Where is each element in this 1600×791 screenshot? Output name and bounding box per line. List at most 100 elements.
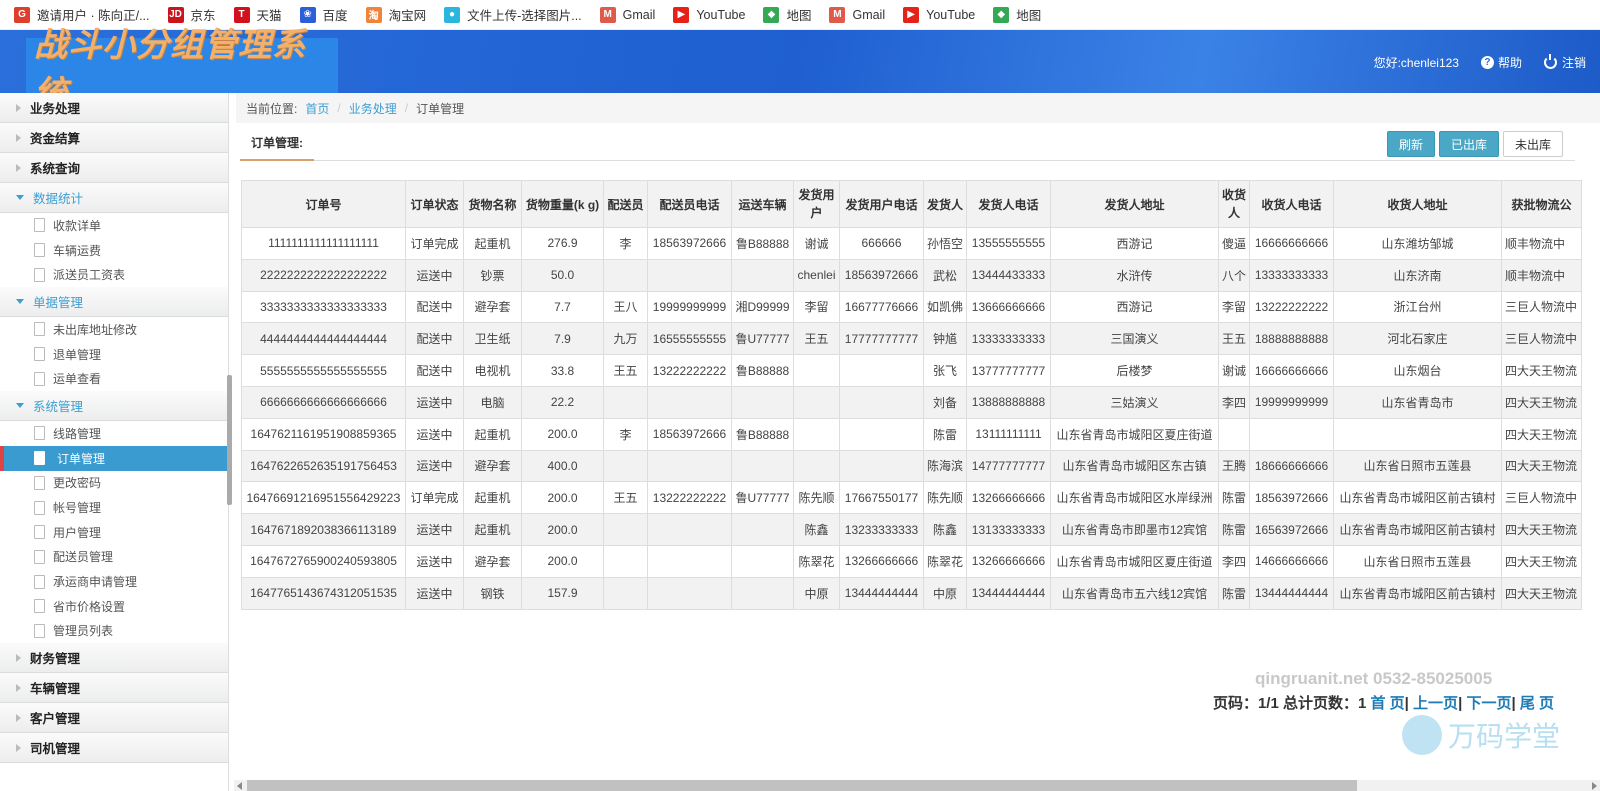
bookmark-item[interactable]: ▶ YouTube (673, 6, 745, 23)
sidebar-group[interactable]: 财务管理 (0, 643, 228, 674)
table-row[interactable]: 1647669121695155642922З 订单完成 起重机 200.0 王五 132… (241, 481, 1583, 515)
sidebar-group[interactable]: 系统管理 (0, 391, 228, 422)
table-cell (839, 385, 924, 419)
table-cell: 157.9 (521, 576, 604, 610)
prev-page-link[interactable]: 上一页 (1413, 695, 1458, 712)
sidebar-item[interactable]: 线路管理 (0, 421, 228, 446)
table-row[interactable]: 1647672765900240593805 运送中 避孕套 200.0 陈翠花 1326… (241, 544, 1583, 578)
unshipped-button[interactable]: 未出库 (1502, 131, 1563, 157)
table-cell: 运送中 (405, 258, 464, 292)
first-page-link[interactable]: 首 页 (1371, 695, 1405, 712)
caret-right-icon (16, 133, 21, 142)
shipped-button[interactable]: 已出库 (1438, 131, 1499, 157)
sidebar-item[interactable]: 承运商申请管理 (0, 569, 228, 594)
last-page-link[interactable]: 尾 页 (1520, 695, 1554, 712)
next-page-link[interactable]: 下一页 (1466, 695, 1511, 712)
sidebar-item[interactable]: 运单查看 (0, 366, 228, 391)
table-cell: 13333333333 (966, 322, 1052, 356)
maps-icon: ◆ (993, 6, 1010, 23)
table-cell: 避孕套 (463, 449, 522, 483)
horizontal-scrollbar[interactable] (234, 780, 1600, 791)
sidebar-item[interactable]: 帐号管理 (0, 495, 228, 520)
table-cell: 山东济南 (1333, 258, 1503, 292)
table-cell (839, 354, 924, 387)
table-cell: 13666666666 (966, 290, 1052, 324)
column-header: 发货人地址 (1050, 180, 1220, 228)
table-cell: 13222222222 (1249, 290, 1335, 324)
table-cell: 山东省青岛市城阳区夏庄街道 (1050, 417, 1220, 451)
sidebar-item[interactable]: 收款详单 (0, 213, 228, 238)
sidebar-item[interactable]: 未出库地址修改 (0, 317, 228, 342)
table-cell: 1647622652635191756453 (241, 449, 406, 483)
table-row[interactable]: 1647765143674312051535 运送中 钢铁 157.9 中原 134444… (241, 576, 1583, 610)
table-row[interactable]: 1647671892038366113189 运送中 起重机 200.0 陈鑫 13233… (241, 513, 1583, 546)
scroll-right-icon[interactable] (1592, 782, 1597, 790)
help-link[interactable]: ? 帮助 (1480, 54, 1522, 71)
sidebar-item[interactable]: 配送员管理 (0, 545, 228, 570)
sidebar-group[interactable]: 数据统计 (0, 183, 228, 213)
caret-right-icon (16, 713, 21, 722)
sidebar-resize-handle[interactable] (227, 375, 232, 505)
bookmark-item[interactable]: 淘淘宝网 (365, 5, 426, 24)
bookmark-item[interactable]: ◆ 地图 (763, 5, 811, 24)
table-row[interactable]: 5555555555555555555 配送中 电视机 33.8 王五 132222222… (241, 354, 1583, 387)
table-row[interactable]: 1647621161951908859365 运送中 起重机 200.0 李 185639… (241, 417, 1583, 451)
table-cell: 400.0 (521, 449, 604, 483)
sidebar-item-label: 派送员工资表 (53, 268, 126, 283)
table-cell: 1647669121695155642922З (241, 481, 406, 515)
table-cell: 14666666666 (1249, 544, 1335, 578)
column-header: 货物名称 (463, 180, 522, 228)
sidebar-item[interactable]: 用户管理 (0, 520, 228, 545)
column-header: 获批物流公 (1501, 180, 1583, 228)
table-cell: 武松 (922, 258, 968, 292)
sidebar-item[interactable]: 管理员列表 (0, 619, 228, 644)
logout-link[interactable]: 注销 (1543, 54, 1586, 71)
table-cell: 王五 (1218, 322, 1251, 356)
caret-down-icon (16, 299, 24, 305)
table-row[interactable]: 4444444444444444444 配送中 卫生纸 7.9 九万 1655555555… (241, 322, 1583, 356)
refresh-button[interactable]: 刷新 (1386, 131, 1435, 157)
breadcrumb-home[interactable]: 首页 (305, 100, 329, 117)
caret-down-icon (16, 195, 24, 200)
document-icon (34, 475, 45, 490)
bookmark-item[interactable]: M Gmail (599, 6, 655, 23)
sidebar-group[interactable]: 业务处理 (0, 93, 228, 123)
table-cell: 四大天王物流 (1501, 513, 1583, 546)
table-cell: 33.8 (521, 354, 604, 387)
sidebar-group[interactable]: 客户管理 (0, 703, 228, 734)
table-cell: 起重机 (463, 513, 522, 546)
table-row[interactable]: 1111111111111111111 订单完成 起重机 276.9 李 18563972… (241, 227, 1583, 260)
sidebar-item[interactable]: 订单管理 (0, 445, 228, 471)
column-header: 配送员 (603, 180, 648, 228)
sidebar-item[interactable]: 更改密码 (0, 471, 228, 496)
column-header: 货物重量(k g) (521, 180, 604, 228)
table-row[interactable]: 6666666666666666666 运送中 电脑 22.2 刘备 1388888888… (241, 385, 1583, 419)
sidebar-group-label: 系统查询 (30, 162, 81, 176)
bookmark-item[interactable]: ● 文件上传-选择图片... (444, 5, 582, 24)
breadcrumb-business[interactable]: 业务处理 (349, 100, 397, 117)
help-icon: ? (1480, 56, 1494, 69)
gmail-icon: M (829, 6, 846, 23)
table-row[interactable]: 1647622652635191756453 运送中 避孕套 400.0 陈海滨 1477… (241, 449, 1583, 483)
scrollbar-thumb[interactable] (247, 780, 1357, 791)
sidebar-item[interactable]: 退单管理 (0, 342, 228, 367)
youtube-icon: ▶ (673, 6, 690, 23)
table-cell (647, 576, 732, 610)
sidebar-item[interactable]: 派送员工资表 (0, 262, 228, 287)
document-icon (34, 525, 45, 540)
sidebar-group[interactable]: 资金结算 (0, 123, 228, 153)
sidebar-item[interactable]: 省市价格设置 (0, 594, 228, 619)
bookmark-item[interactable]: ▶ YouTube (903, 6, 975, 23)
bookmark-item[interactable]: M Gmail (829, 6, 885, 23)
table-row[interactable]: 2222222222222222222 运送中 钞票 50.0 chenlei 18563… (241, 258, 1583, 292)
table-cell: 如凯佛 (922, 290, 968, 324)
scroll-left-icon[interactable] (237, 782, 242, 790)
sidebar-item[interactable]: 车辆运费 (0, 238, 228, 263)
sidebar-group[interactable]: 系统查询 (0, 153, 228, 183)
sidebar-group[interactable]: 车辆管理 (0, 673, 228, 704)
table-row[interactable]: 3333333333333333333 配送中 避孕套 7.7 王八 1999999999… (241, 290, 1583, 324)
table-cell: 山东省青岛市城阳区夏庄街道 (1050, 544, 1220, 578)
bookmark-item[interactable]: ◆ 地图 (993, 5, 1041, 24)
sidebar-group[interactable]: 司机管理 (0, 733, 228, 764)
sidebar-group[interactable]: 单据管理 (0, 287, 228, 318)
